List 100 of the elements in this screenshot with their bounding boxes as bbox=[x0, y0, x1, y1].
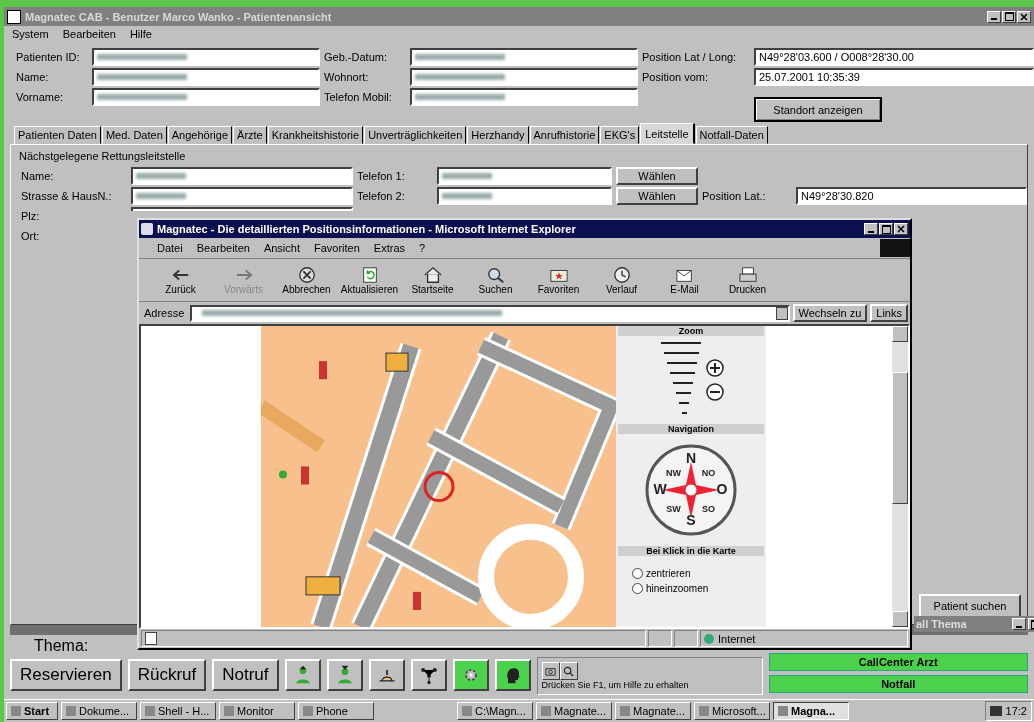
go-button[interactable]: Wechseln zu bbox=[792, 304, 868, 322]
menu-item[interactable]: ? bbox=[419, 242, 426, 254]
taskbar-button[interactable]: Monitor bbox=[219, 702, 295, 720]
browser-logo-icon bbox=[141, 223, 153, 235]
text-field[interactable]: 25.07.2001 10:35:39 bbox=[754, 68, 1034, 86]
tab[interactable]: Angehörige bbox=[167, 126, 233, 144]
toolbar-button[interactable]: Favoriten bbox=[527, 265, 590, 295]
links-button[interactable]: Links bbox=[870, 304, 908, 322]
menu-item[interactable]: Datei bbox=[157, 242, 183, 254]
toolbar-button[interactable]: Suchen bbox=[464, 265, 527, 295]
minimize-button[interactable] bbox=[864, 223, 878, 235]
tab[interactable]: Krankheitshistorie bbox=[267, 126, 364, 144]
radio-button[interactable] bbox=[632, 583, 643, 594]
tab[interactable]: EKG's bbox=[600, 126, 640, 144]
maximize-button[interactable] bbox=[1002, 10, 1016, 23]
menu-item[interactable]: Bearbeiten bbox=[196, 242, 250, 254]
scrollbar[interactable] bbox=[892, 326, 908, 627]
toolbar-button[interactable]: Aktualisieren bbox=[338, 265, 401, 295]
field-label: Plz: bbox=[21, 210, 41, 222]
text-field[interactable] bbox=[131, 167, 353, 185]
toolbar-button[interactable]: Drucken bbox=[716, 265, 779, 295]
icon-button[interactable] bbox=[410, 659, 447, 691]
close-button[interactable] bbox=[1017, 10, 1031, 23]
tab[interactable]: Leitstelle bbox=[640, 123, 695, 144]
text-field[interactable] bbox=[410, 88, 638, 106]
tab[interactable]: Ärzte bbox=[233, 126, 267, 144]
icon-button[interactable] bbox=[494, 659, 531, 691]
tab[interactable]: Unverträglichkeiten bbox=[364, 126, 467, 144]
tray-icon bbox=[989, 706, 1002, 716]
tab[interactable]: Patienten Daten bbox=[14, 126, 101, 144]
address-field[interactable] bbox=[190, 304, 790, 322]
window-title: Magnatec CAB - Benutzer Marco Wanko - Patientenansicht bbox=[25, 10, 333, 23]
zoom-out-icon[interactable] bbox=[705, 382, 725, 402]
radio-button[interactable] bbox=[632, 568, 643, 579]
dial-button[interactable]: Wählen bbox=[616, 187, 698, 205]
text-field[interactable]: N49°28'30.820 bbox=[796, 187, 1027, 205]
text-field[interactable] bbox=[131, 207, 353, 211]
toolbar-button[interactable]: E-Mail bbox=[653, 265, 716, 295]
icon-button[interactable] bbox=[326, 659, 363, 691]
status-button[interactable]: Notfall bbox=[768, 675, 1028, 693]
tab[interactable]: Herzhandy bbox=[467, 126, 529, 144]
app-logo-icon bbox=[7, 9, 21, 24]
taskbar-button[interactable]: C:\Magn... bbox=[457, 702, 533, 720]
text-field[interactable] bbox=[92, 68, 320, 86]
compass-rose-icon[interactable] bbox=[645, 444, 737, 536]
toolbar-button[interactable]: Verlauf bbox=[590, 265, 653, 295]
topic-button[interactable]: Notruf bbox=[212, 659, 279, 691]
menu-item[interactable]: Ansicht bbox=[263, 242, 300, 254]
icon-button[interactable] bbox=[284, 659, 321, 691]
topic-button[interactable]: Reservieren bbox=[10, 659, 122, 691]
compass-label: O bbox=[716, 481, 728, 497]
taskbar-button[interactable]: Shell - H... bbox=[140, 702, 216, 720]
minimize-button[interactable] bbox=[1012, 618, 1026, 630]
radio-option[interactable]: zentrieren bbox=[632, 568, 766, 579]
taskbar-button[interactable]: Magnate... bbox=[615, 702, 691, 720]
text-field[interactable] bbox=[410, 48, 638, 66]
text-field[interactable] bbox=[92, 88, 320, 106]
address-label: Adresse bbox=[143, 307, 186, 319]
tab[interactable]: Notfall-Daten bbox=[695, 126, 768, 144]
status-button[interactable]: CallCenter Arzt bbox=[768, 653, 1028, 671]
field-value: N49°28'30.820 bbox=[801, 190, 874, 202]
menu-item[interactable]: Bearbeiten bbox=[62, 28, 116, 43]
tab[interactable]: Med. Daten bbox=[101, 126, 167, 144]
text-field[interactable]: N49°28'03.600 / O008°28'30.00 bbox=[754, 48, 1034, 66]
taskbar-button[interactable]: Phone bbox=[298, 702, 374, 720]
icon-button[interactable] bbox=[452, 659, 489, 691]
show-location-button[interactable]: Standort anzeigen bbox=[754, 97, 882, 122]
field-label: Patienten ID: bbox=[16, 51, 81, 63]
search-icon[interactable] bbox=[559, 662, 578, 680]
zoom-in-icon[interactable] bbox=[705, 358, 725, 378]
field-label: Telefon 2: bbox=[357, 190, 406, 202]
topic-label: Thema: bbox=[34, 637, 89, 655]
topic-button[interactable]: Rückruf bbox=[127, 659, 207, 691]
taskbar-button[interactable]: Microsoft... bbox=[694, 702, 770, 720]
text-field[interactable] bbox=[410, 68, 638, 86]
menu-item[interactable]: Favoriten bbox=[314, 242, 360, 254]
tab[interactable]: Anrufhistorie bbox=[529, 126, 600, 144]
text-field[interactable] bbox=[437, 167, 612, 185]
dial-button[interactable]: Wählen bbox=[616, 167, 698, 185]
radio-option[interactable]: hineinzoomen bbox=[632, 583, 766, 594]
search-patient-button[interactable]: Patient suchen bbox=[919, 594, 1021, 618]
text-field[interactable] bbox=[92, 48, 320, 66]
menu-item[interactable]: System bbox=[12, 28, 49, 43]
icon-button[interactable] bbox=[368, 659, 405, 691]
toolbar-button[interactable]: Zurück bbox=[149, 265, 212, 295]
start-button[interactable]: Start bbox=[6, 702, 58, 720]
maximize-button[interactable] bbox=[879, 223, 893, 235]
text-field[interactable] bbox=[437, 187, 612, 205]
taskbar-button[interactable]: Dokume... bbox=[61, 702, 137, 720]
toolbar-button[interactable]: Startseite bbox=[401, 265, 464, 295]
section-heading: Bei Klick in die Karte bbox=[618, 546, 764, 556]
text-field[interactable] bbox=[131, 187, 353, 205]
close-button[interactable] bbox=[894, 223, 908, 235]
toolbar-button[interactable]: Abbrechen bbox=[275, 265, 338, 295]
taskbar-button[interactable]: Magna... bbox=[773, 702, 849, 720]
taskbar-button[interactable]: Magnate... bbox=[536, 702, 612, 720]
dial-icon[interactable] bbox=[541, 662, 560, 680]
menu-item[interactable]: Hilfe bbox=[129, 28, 152, 43]
minimize-button[interactable] bbox=[987, 10, 1001, 23]
menu-item[interactable]: Extras bbox=[373, 242, 406, 254]
